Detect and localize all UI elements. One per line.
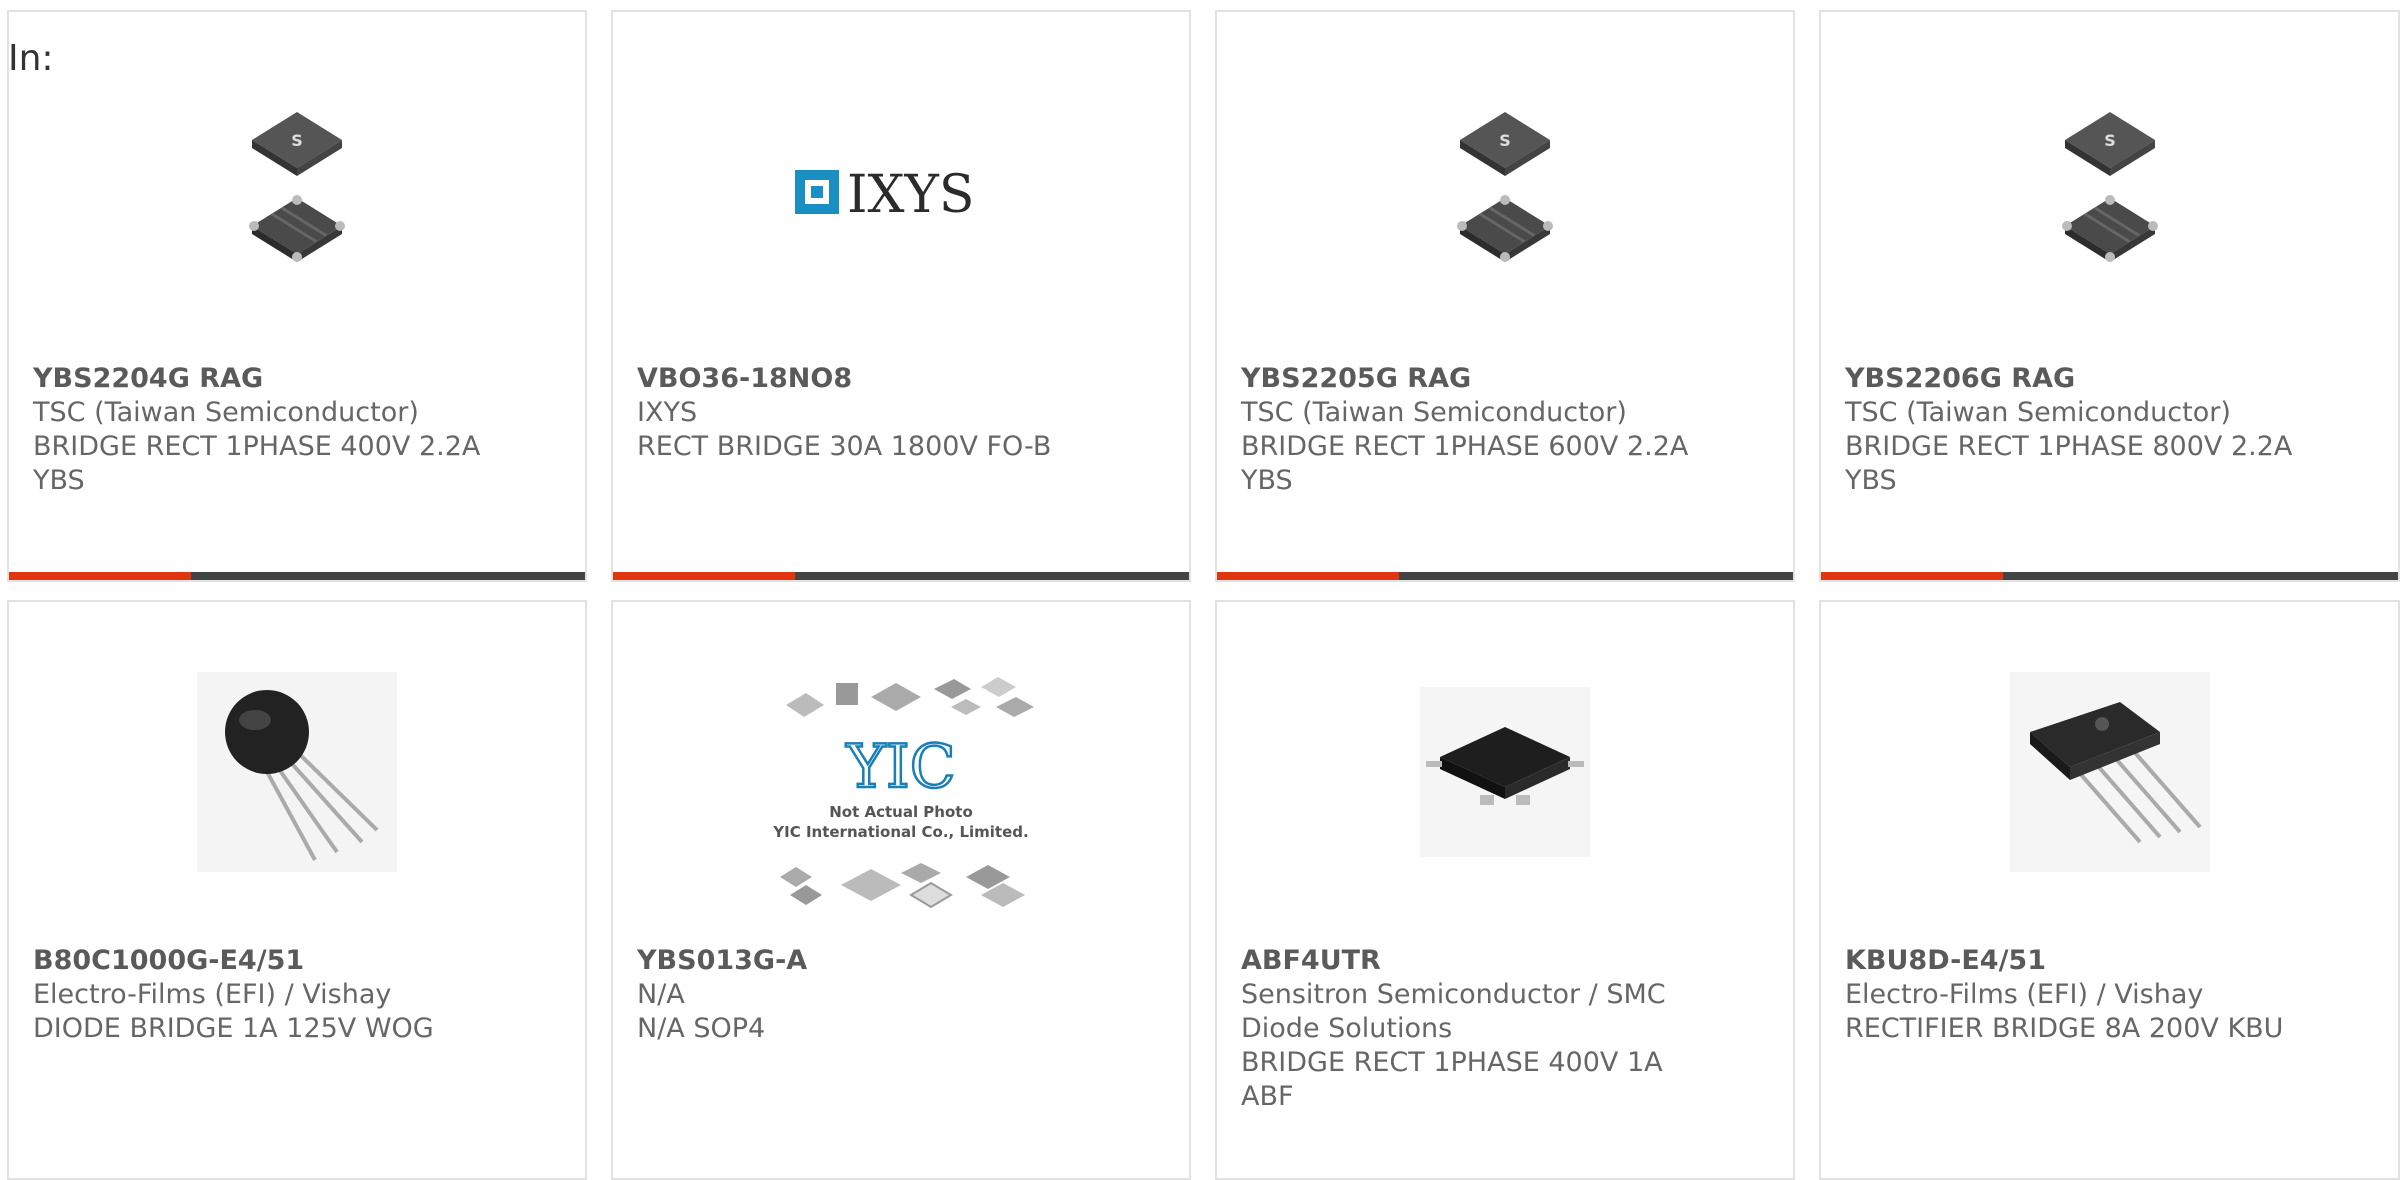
part-number[interactable]: KBU8D-E4/51 [1845,944,2386,978]
manufacturer: TSC (Taiwan Semiconductor) [33,397,419,428]
part-number[interactable]: YBS2204G RAG [33,362,573,396]
product-image[interactable]: S [1821,52,2398,332]
description: RECT BRIDGE 30A 1800V FO-B [637,431,1052,462]
product-card-abf4utr[interactable]: ABF4UTR Sensitron Semiconductor / SMC Di… [1215,600,1795,1180]
description: BRIDGE RECT 1PHASE 400V 1A [1241,1047,1663,1078]
manufacturer: Electro-Films (EFI) / Vishay [1845,979,2204,1010]
product-card-vbo36[interactable]: IXYS VBO36-18NO8 IXYS RECT BRIDGE 30A 18… [611,10,1191,582]
placeholder-line2: YIC International Co., Limited. [772,823,1028,841]
package: YBS [1845,465,1897,496]
description: BRIDGE RECT 1PHASE 600V 2.2A [1241,431,1689,462]
product-image[interactable]: S [9,52,585,332]
product-card-ybs2206g[interactable]: S YBS2206G RAG TSC (Taiwan Semiconductor… [1819,10,2400,582]
tsc-ybs-package-icon: S [249,112,345,262]
card-bar-accent [613,572,795,580]
ixys-logo-text: IXYS [847,165,975,222]
product-card-kbu8d[interactable]: KBU8D-E4/51 Electro-Films (EFI) / Vishay… [1819,600,2400,1180]
card-bar-accent [1821,572,2003,580]
manufacturer-line2: Diode Solutions [1241,1013,1453,1044]
description: BRIDGE RECT 1PHASE 400V 2.2A [33,431,481,462]
card-bar [9,572,585,580]
card-bar-accent [1217,572,1399,580]
part-number[interactable]: YBS2206G RAG [1845,362,2386,396]
product-image[interactable]: S [1217,52,1793,332]
kbu-package-icon [2009,672,2210,872]
product-card-ybs2204g[interactable]: S YBS2204G RAG TSC (Taiwan Semiconductor… [7,10,587,582]
product-text: YBS2204G RAG TSC (Taiwan Semiconductor) … [33,362,573,498]
product-text: YBS2205G RAG TSC (Taiwan Semiconductor) … [1241,362,1781,498]
card-bar [1217,572,1793,580]
package: YBS [1241,465,1293,496]
product-image[interactable]: IXYS [613,52,1189,332]
yic-placeholder-icon: YIC Not Actual Photo YIC International C… [772,677,1034,909]
description: BRIDGE RECT 1PHASE 800V 2.2A [1845,431,2293,462]
description: DIODE BRIDGE 1A 125V WOG [33,1013,434,1044]
product-text: YBS013G-A N/A N/A SOP4 [637,944,1177,1046]
in-label: In: [8,38,54,79]
part-number[interactable]: ABF4UTR [1241,944,1781,978]
wog-round-package-icon [197,672,397,872]
svg-text:S: S [291,131,303,150]
description: N/A SOP4 [637,1013,766,1044]
description: RECTIFIER BRIDGE 8A 200V KBU [1845,1013,2284,1044]
card-bar [1821,572,2398,580]
svg-text:S: S [1499,131,1511,150]
part-number[interactable]: VBO36-18NO8 [637,362,1177,396]
product-image[interactable] [1821,662,2398,882]
tsc-ybs-package-icon: S [1457,112,1553,262]
card-bar-accent [9,572,191,580]
manufacturer: Electro-Films (EFI) / Vishay [33,979,392,1010]
product-image[interactable] [9,662,585,882]
manufacturer: Sensitron Semiconductor / SMC [1241,979,1666,1010]
manufacturer: IXYS [637,397,698,428]
product-text: KBU8D-E4/51 Electro-Films (EFI) / Vishay… [1845,944,2386,1046]
tsc-ybs-package-icon: S [2061,112,2158,262]
package: ABF [1241,1081,1294,1112]
part-number[interactable]: B80C1000G-E4/51 [33,944,573,978]
product-card-ybs013g[interactable]: YIC Not Actual Photo YIC International C… [611,600,1191,1180]
product-text: VBO36-18NO8 IXYS RECT BRIDGE 30A 1800V F… [637,362,1177,464]
abf-smd-package-icon [1420,687,1590,857]
manufacturer: N/A [637,979,685,1010]
svg-text:S: S [2104,131,2116,150]
product-text: YBS2206G RAG TSC (Taiwan Semiconductor) … [1845,362,2386,498]
placeholder-line1: Not Actual Photo [829,803,973,821]
manufacturer: TSC (Taiwan Semiconductor) [1241,397,1627,428]
card-bar [613,572,1189,580]
product-text: B80C1000G-E4/51 Electro-Films (EFI) / Vi… [33,944,573,1046]
product-card-b80c1000g[interactable]: B80C1000G-E4/51 Electro-Films (EFI) / Vi… [7,600,587,1180]
manufacturer: TSC (Taiwan Semiconductor) [1845,397,2231,428]
ixys-logo-icon: IXYS [795,165,975,222]
svg-text:YIC: YIC [845,732,955,802]
product-text: ABF4UTR Sensitron Semiconductor / SMC Di… [1241,944,1781,1114]
product-image[interactable] [1217,662,1793,882]
part-number[interactable]: YBS2205G RAG [1241,362,1781,396]
product-card-ybs2205g[interactable]: S YBS2205G RAG TSC (Taiwan Semiconductor… [1215,10,1795,582]
product-image[interactable]: YIC Not Actual Photo YIC International C… [613,662,1189,942]
part-number[interactable]: YBS013G-A [637,944,1177,978]
package: YBS [33,465,85,496]
